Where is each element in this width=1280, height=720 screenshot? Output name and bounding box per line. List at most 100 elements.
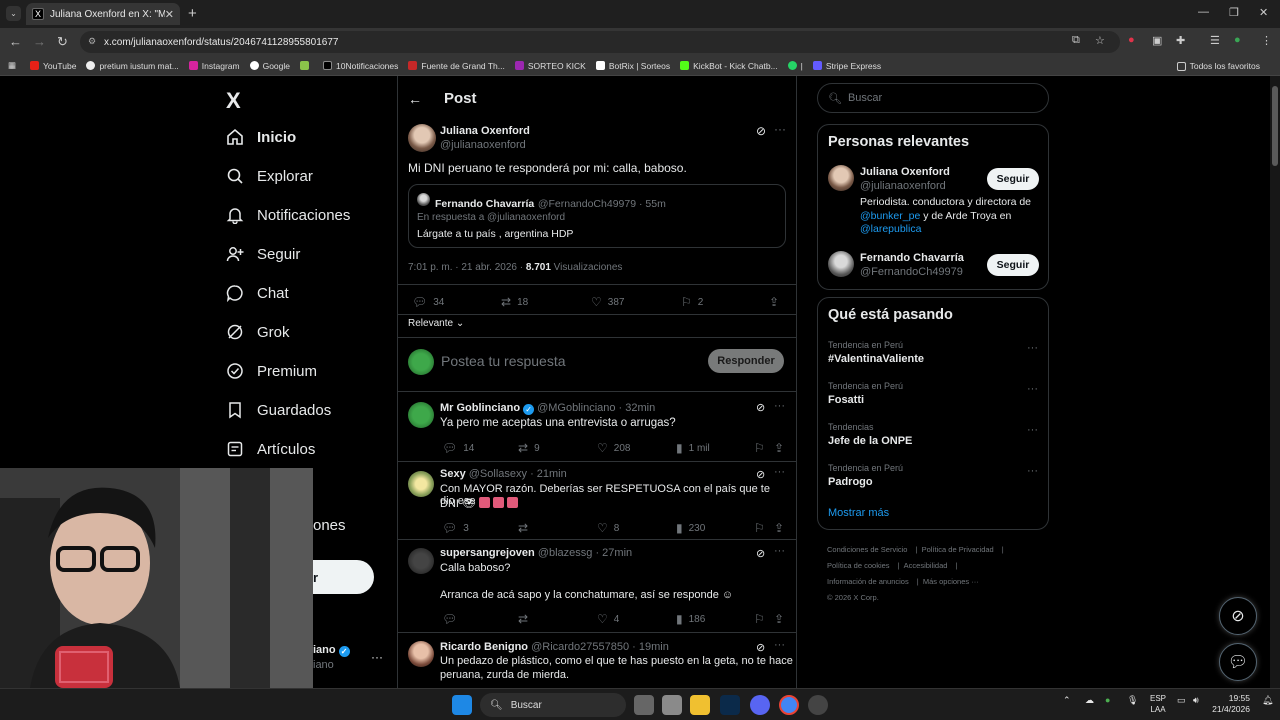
extension-record-icon[interactable]: ● [1128,34,1135,46]
discord-icon[interactable] [750,695,770,715]
views-action[interactable]: ▮ 1 mil [676,441,710,455]
bookmark-sorteo-kick[interactable]: SORTEO KICK [514,61,586,71]
bookmark-kickbot[interactable]: KickBot - Kick Chatb... [680,61,778,71]
app-icon[interactable] [662,695,682,715]
chrome-icon[interactable] [779,695,799,715]
share-action[interactable]: ⇪ [769,295,785,309]
nav-notificaciones[interactable]: Notificaciones [226,206,350,224]
close-window-icon[interactable]: ✕ [1259,6,1268,19]
tray-icon[interactable]: ● [1105,695,1110,705]
bookmark-stripe[interactable]: Stripe Express [812,61,881,71]
more-options-icon[interactable]: ··· [774,466,785,478]
bookmark-whatsapp[interactable]: | [787,61,803,71]
bookmark-star-icon[interactable]: ☆ [1095,34,1105,47]
extension-icon[interactable]: ▣ [1152,34,1162,47]
photoshop-icon[interactable] [720,695,740,715]
reload-icon[interactable]: ↻ [57,34,68,50]
trend-item[interactable]: Tendencia en Perú Padrogo ··· [828,463,1038,488]
nav-inicio[interactable]: Inicio [226,128,296,146]
install-app-icon[interactable]: ⧉ [1072,34,1080,47]
address-bar[interactable]: ⚙ x.com/julianaoxenford/status/204674112… [80,31,1120,53]
network-icon[interactable]: ▭ [1177,695,1186,706]
more-options-icon[interactable]: ··· [1027,383,1038,395]
extensions-puzzle-icon[interactable]: ✚ [1176,34,1185,47]
page-scrollbar[interactable] [1270,76,1280,688]
post-author-name[interactable]: Juliana Oxenford [440,125,530,137]
more-options-icon[interactable]: ··· [774,400,785,412]
list-item[interactable]: Sexy @Sollasexy · 21min ⊘ ··· Con MAYOR … [398,462,796,540]
list-item[interactable]: Ricardo Benigno @Ricardo27557850 · 19min… [398,633,796,688]
nav-grok[interactable]: Grok [226,323,290,341]
bookmark-action[interactable]: ⚐ [754,521,771,535]
bookmark-gta-font[interactable]: Fuente de Grand Th... [408,61,505,71]
bookmark-instagram[interactable]: Instagram [188,61,240,71]
follow-button[interactable]: Seguir [987,168,1039,190]
new-tab-button[interactable]: + [188,5,197,22]
more-options-icon[interactable]: ··· [1027,342,1038,354]
back-arrow-icon[interactable]: ← [408,91,422,107]
search-input[interactable]: 🔍︎ Buscar [817,83,1049,113]
avatar[interactable] [828,251,854,277]
trend-item[interactable]: Tendencia en Perú #ValentinaValiente ··· [828,340,1038,365]
browser-menu-icon[interactable]: ⋮ [1261,34,1272,47]
reply-input[interactable]: Postea tu respuesta [441,353,566,369]
share-action[interactable]: ⇪ [774,441,790,455]
maximize-icon[interactable]: ❐ [1229,6,1239,19]
x-logo-icon[interactable]: X [226,88,241,114]
notifications-icon[interactable]: 🔔︎ [1262,695,1273,706]
nav-seguir[interactable]: Seguir [226,245,300,263]
bookmark-pretium[interactable]: pretium iustum mat... [86,61,179,71]
like-action[interactable]: ♡ 8 [597,521,619,535]
taskbar-search-input[interactable]: 🔍︎ Buscar [480,693,626,717]
trend-item[interactable]: Tendencia en Perú Fosatti ··· [828,381,1038,406]
reply-action[interactable]: 💬︎ [442,612,463,626]
forward-icon[interactable]: → [33,34,46,49]
more-options-icon[interactable]: ··· [774,122,786,136]
avatar[interactable] [828,165,854,191]
like-action[interactable]: ♡ 387 [591,295,624,309]
post-timestamp[interactable]: 7:01 p. m. · 21 abr. 2026 · [408,262,523,273]
volume-icon[interactable]: 🔊︎ [1193,695,1199,706]
task-view-icon[interactable] [634,695,654,715]
bookmark-action[interactable]: ⚐ 2 [681,295,703,309]
repost-action[interactable]: ⇄ [518,521,534,535]
grok-icon[interactable]: ⊘ [756,401,765,414]
windows-start-icon[interactable] [452,695,472,715]
minimize-icon[interactable]: — [1198,6,1209,18]
account-name[interactable]: iano ✓ [313,644,353,657]
follow-button[interactable]: Seguir [987,254,1039,276]
more-options-icon[interactable]: ··· [1027,424,1038,436]
reply-action[interactable]: 💬︎ 14 [442,441,474,455]
grok-float-button[interactable]: ⊘ [1219,597,1257,635]
avatar[interactable] [408,124,436,152]
back-icon[interactable]: ← [9,34,22,49]
reply-action[interactable]: 💬︎ 3 [442,521,469,535]
nav-more-options[interactable]: ones [313,517,346,534]
more-options-icon[interactable]: ··· [1027,465,1038,477]
reading-list-icon[interactable]: ☰ [1210,34,1220,47]
quote-reply-to-link[interactable]: @julianaoxenford [487,212,565,223]
share-action[interactable]: ⇪ [774,521,790,535]
like-action[interactable]: ♡ 4 [597,612,619,626]
tab-search-button[interactable]: ⌄ [6,6,21,21]
post-compose-button[interactable]: r [313,560,374,594]
nav-premium[interactable]: Premium [226,362,317,380]
bookmark-action[interactable]: ⚐ [754,441,771,455]
post-author-handle[interactable]: @julianaoxenford [440,139,526,151]
bookmark-10notificaciones[interactable]: 10Notificaciones [323,61,398,71]
site-info-icon[interactable]: ⚙ [88,36,96,47]
nav-articulos[interactable]: Artículos [226,440,315,458]
clock[interactable]: 19:55 21/4/2026 [1212,693,1250,715]
nav-chat[interactable]: Chat [226,284,289,302]
keyboard-language[interactable]: ESP LAA [1150,693,1166,715]
tray-icon[interactable]: ☁ [1085,695,1094,706]
show-more-link[interactable]: Mostrar más [828,507,889,519]
views-action[interactable]: ▮ 230 [676,521,705,535]
trend-item[interactable]: Tendencias Jefe de la ONPE ··· [828,422,1038,447]
nav-explorar[interactable]: Explorar [226,167,313,185]
apps-grid-icon[interactable]: ▦ [8,60,16,71]
views-action[interactable]: ▮ 186 [676,612,705,626]
file-explorer-icon[interactable] [690,695,710,715]
more-options-icon[interactable]: ··· [774,639,785,651]
grok-icon[interactable]: ⊘ [756,547,765,560]
